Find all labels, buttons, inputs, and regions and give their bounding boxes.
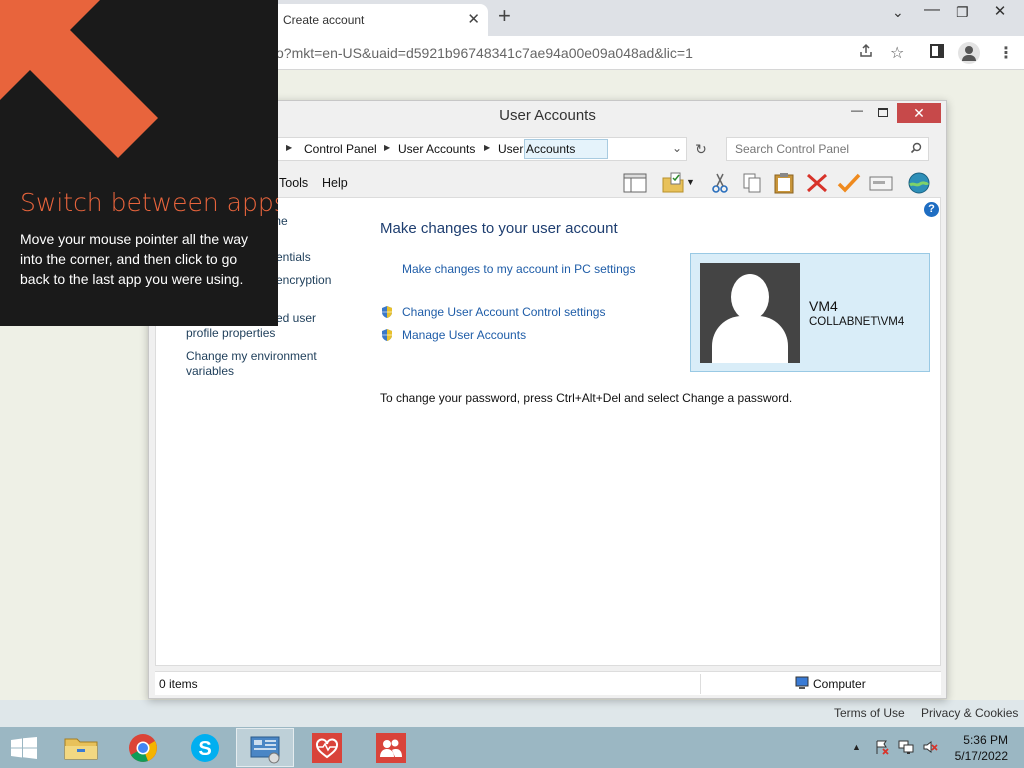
tab-search-chevron-icon[interactable]: ⌄ (892, 4, 904, 21)
tab-title: Create account (283, 13, 365, 27)
terms-of-use-link[interactable]: Terms of Use (834, 706, 905, 720)
svg-text:S: S (198, 738, 211, 760)
sidebar-link-credentials[interactable]: entials (276, 250, 311, 265)
status-divider (700, 674, 701, 694)
privacy-cookies-link[interactable]: Privacy & Cookies (921, 706, 1018, 720)
window-minimize-button[interactable]: — (844, 103, 870, 125)
user-name: VM4 (809, 298, 838, 314)
manage-shield-icon (380, 328, 394, 342)
volume-muted-icon[interactable] (922, 739, 938, 758)
taskbar: S ▲ 5:36 PM 5/17/2022 (0, 727, 1024, 768)
side-panel-icon[interactable] (929, 43, 945, 64)
user-avatar (700, 263, 800, 363)
page-title: Make changes to your user account (380, 220, 618, 237)
browser-close-button[interactable]: ✕ (976, 0, 1024, 24)
tray-expand-icon[interactable]: ▲ (852, 742, 861, 752)
status-bar: 0 items Computer (155, 671, 941, 695)
profile-avatar-icon[interactable] (958, 42, 980, 64)
skype-taskbar-icon[interactable]: S (176, 728, 234, 767)
new-tab-button[interactable]: + (498, 3, 511, 29)
window-close-button[interactable]: ✕ (897, 103, 941, 123)
breadcrumb-dropdown-chevron-icon[interactable]: ⌄ (672, 141, 682, 155)
help-icon[interactable]: ? (924, 202, 939, 217)
corner-arrow-icon (0, 0, 158, 158)
people-app-taskbar-icon[interactable] (362, 728, 420, 767)
tab-create-account[interactable]: Create account ✕ (270, 4, 488, 36)
breadcrumb-control-panel[interactable]: Control Panel (304, 142, 377, 156)
sidebar-link-environment-variables-2[interactable]: variables (186, 364, 234, 379)
bookmark-star-icon[interactable]: ☆ (890, 43, 904, 63)
status-item-count: 0 items (159, 677, 198, 691)
cut-icon[interactable] (707, 171, 733, 195)
search-icon[interactable] (910, 142, 922, 157)
tip-description: Move your mouse pointer all the way into… (20, 231, 248, 287)
windows-start-icon[interactable] (10, 737, 38, 759)
uac-shield-icon (380, 305, 394, 319)
copy-icon[interactable] (739, 171, 765, 195)
refresh-icon[interactable]: ↻ (689, 137, 713, 161)
password-instructions: To change your password, press Ctrl+Alt+… (380, 391, 793, 405)
menu-tools[interactable]: Tools (279, 176, 308, 190)
network-globe-icon[interactable] (906, 171, 932, 195)
window-maximize-button[interactable] (870, 103, 896, 125)
sidebar-link-advanced-user-profile[interactable]: ed user (276, 311, 316, 326)
properties-icon[interactable] (868, 171, 894, 195)
user-domain: COLLABNET\VM4 (809, 316, 905, 328)
control-panel-taskbar-icon[interactable] (236, 728, 294, 767)
clock-date: 5/17/2022 (954, 749, 1008, 763)
browser-minimize-button[interactable]: — (924, 1, 940, 19)
breadcrumb[interactable]: ▶ Control Panel ▶ User Accounts ▶ User A… (277, 137, 687, 161)
sidebar-link-profile-properties[interactable]: profile properties (186, 326, 275, 341)
tab-close-icon[interactable]: ✕ (467, 10, 480, 28)
delete-icon[interactable] (804, 171, 830, 195)
menu-help[interactable]: Help (322, 176, 348, 190)
pc-settings-link[interactable]: Make changes to my account in PC setting… (402, 262, 635, 276)
search-input[interactable] (735, 142, 903, 156)
status-location: Computer (813, 677, 866, 691)
breadcrumb-separator-icon: ▶ (384, 143, 391, 152)
switch-apps-tip: Switch between apps Move your mouse poin… (0, 0, 278, 326)
sidebar-link-encryption[interactable]: encryption (276, 273, 331, 288)
browser-menu-icon[interactable]: ⋮ (998, 43, 1014, 63)
search-box[interactable] (726, 137, 929, 161)
breadcrumb-user-accounts[interactable]: User Accounts (398, 142, 475, 156)
breadcrumb-separator-icon[interactable]: ▶ (484, 143, 490, 152)
clock-time: 5:36 PM (963, 733, 1008, 747)
computer-icon (795, 676, 809, 690)
health-app-taskbar-icon[interactable] (298, 728, 356, 767)
layout-pane-icon[interactable] (622, 171, 648, 195)
system-clock[interactable]: 5:36 PM 5/17/2022 (948, 732, 1008, 764)
folder-options-icon[interactable] (661, 171, 687, 195)
action-center-flag-icon[interactable] (874, 739, 890, 758)
manage-user-accounts-link[interactable]: Manage User Accounts (402, 328, 526, 342)
sidebar-link-environment-variables[interactable]: Change my environment (186, 349, 317, 364)
checkmark-icon[interactable] (836, 171, 862, 195)
chrome-taskbar-icon[interactable] (114, 728, 172, 767)
breadcrumb-separator-icon: ▶ (286, 143, 293, 152)
share-icon[interactable] (858, 43, 874, 64)
file-explorer-taskbar-icon[interactable] (52, 728, 110, 767)
uac-settings-link[interactable]: Change User Account Control settings (402, 305, 605, 319)
url-field[interactable]: o?mkt=en-US&uaid=d5921b96748341c7ae94a00… (276, 45, 693, 61)
tip-title: Switch between apps (20, 188, 278, 217)
browser-restore-button[interactable]: ❐ (956, 4, 969, 21)
network-icon[interactable] (898, 739, 916, 758)
breadcrumb-user-accounts-current[interactable]: User Accounts (498, 142, 575, 156)
paste-icon[interactable] (771, 171, 797, 195)
user-account-card: VM4 COLLABNET\VM4 (690, 253, 930, 372)
